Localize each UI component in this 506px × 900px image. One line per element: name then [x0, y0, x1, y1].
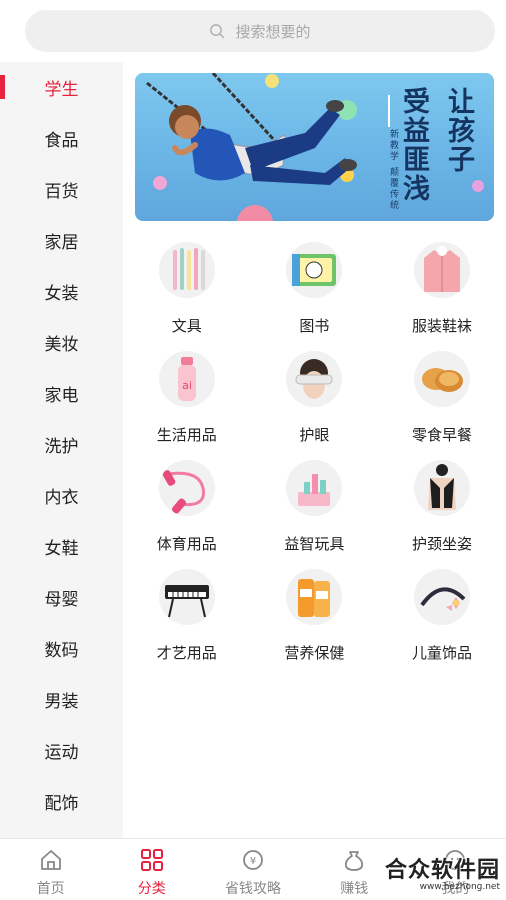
- banner-title: 让孩子 受益匪浅: [398, 87, 478, 203]
- coupon-icon: ¥: [241, 847, 265, 873]
- sidebar-item-label: 女装: [44, 284, 79, 304]
- keyboard-icon: [158, 569, 215, 625]
- coat-icon: [413, 242, 470, 298]
- category-label: 图书: [299, 317, 330, 335]
- category-item[interactable]: 护颈坐姿: [378, 454, 506, 563]
- search-input[interactable]: 搜索想要的: [25, 10, 495, 52]
- category-label: 护眼: [299, 426, 330, 444]
- search-icon: [210, 24, 225, 39]
- posture-brace-icon: [413, 460, 470, 516]
- sidebar-item-student[interactable]: 学生: [0, 62, 123, 113]
- tab-category[interactable]: 分类: [101, 839, 202, 900]
- category-label: 儿童饰品: [411, 644, 472, 662]
- category-icon: [140, 847, 164, 873]
- sidebar-item-label: 家居: [44, 233, 79, 253]
- svg-text:¥: ¥: [250, 856, 256, 867]
- category-item[interactable]: 儿童饰品: [378, 563, 506, 672]
- category-label: 才艺用品: [156, 644, 217, 662]
- category-item[interactable]: 营养保健: [251, 563, 379, 672]
- headband-icon: [413, 569, 470, 625]
- tab-label: 分类: [137, 881, 166, 897]
- tab-label: 首页: [36, 881, 65, 897]
- category-item[interactable]: 护眼: [251, 345, 379, 454]
- promo-banner[interactable]: 让孩子 受益匪浅 新教学 颠覆传统: [135, 73, 494, 221]
- books-icon: [286, 242, 343, 298]
- sidebar-item-home[interactable]: 家居: [0, 215, 123, 266]
- category-item[interactable]: 服装鞋袜: [378, 236, 506, 345]
- banner-title-line1: 让孩子: [443, 87, 474, 174]
- category-item[interactable]: 体育用品: [123, 454, 251, 563]
- home-icon: [39, 847, 63, 873]
- sidebar-item-label: 家电: [44, 386, 79, 406]
- category-page: 搜索想要的 学生 食品 百货 家居 女装 美妆 家电 洗护 内衣 女鞋 母婴 数…: [0, 0, 506, 900]
- toy-blocks-icon: [286, 460, 343, 516]
- category-item[interactable]: 才艺用品: [123, 563, 251, 672]
- category-label: 益智玩具: [284, 535, 345, 553]
- sidebar-item-label: 数码: [44, 641, 79, 661]
- sidebar-item-mens-clothing[interactable]: 男装: [0, 674, 123, 725]
- banner-divider: [388, 95, 390, 127]
- category-item[interactable]: ai 生活用品: [123, 345, 251, 454]
- svg-text:ai: ai: [182, 379, 192, 392]
- tab-savings-guide[interactable]: ¥ 省钱攻略: [202, 839, 303, 900]
- sidebar-item-personal-care[interactable]: 洗护: [0, 419, 123, 470]
- sidebar-item-underwear[interactable]: 内衣: [0, 470, 123, 521]
- category-label: 文具: [171, 317, 202, 335]
- sidebar-item-label: 洗护: [44, 437, 79, 457]
- sidebar-item-label: 内衣: [44, 488, 79, 508]
- category-item[interactable]: 文具: [123, 236, 251, 345]
- banner-subtitle: 新教学 颠覆传统: [388, 129, 398, 211]
- sidebar-item-beauty[interactable]: 美妆: [0, 317, 123, 368]
- snack-icon: [413, 351, 470, 407]
- bottle-icon: ai: [158, 351, 215, 407]
- category-item[interactable]: 益智玩具: [251, 454, 379, 563]
- money-bag-icon: [342, 847, 366, 873]
- sidebar-item-appliances[interactable]: 家电: [0, 368, 123, 419]
- pens-icon: [158, 242, 215, 298]
- sidebar-item-food[interactable]: 食品: [0, 113, 123, 164]
- category-sidebar: 学生 食品 百货 家居 女装 美妆 家电 洗护 内衣 女鞋 母婴 数码 男装 运…: [0, 62, 123, 838]
- supplement-icon: [286, 569, 343, 625]
- sidebar-item-label: 百货: [44, 182, 79, 202]
- category-grid: 文具 图书 服装鞋袜 ai 生活用品 护眼 零食早餐 体育用品 益智玩具 护颈坐…: [123, 236, 506, 672]
- site-watermark: 合众软件园 www.hezhong.net: [385, 852, 500, 892]
- sidebar-item-label: 运动: [44, 743, 79, 763]
- search-placeholder: 搜索想要的: [235, 22, 311, 41]
- sidebar-item-accessories[interactable]: 配饰: [0, 776, 123, 827]
- search-bar: 搜索想要的: [0, 0, 506, 62]
- sidebar-item-baby[interactable]: 母婴: [0, 572, 123, 623]
- sidebar-item-womens-clothing[interactable]: 女装: [0, 266, 123, 317]
- category-label: 体育用品: [156, 535, 217, 553]
- category-label: 零食早餐: [411, 426, 472, 444]
- sidebar-item-sports[interactable]: 运动: [0, 725, 123, 776]
- eye-massager-icon: [286, 351, 343, 407]
- sidebar-item-label: 食品: [44, 131, 79, 151]
- jump-rope-icon: [158, 460, 215, 516]
- category-label: 营养保健: [284, 644, 345, 662]
- watermark-text: 合众软件园: [384, 858, 500, 883]
- sidebar-item-general-goods[interactable]: 百货: [0, 164, 123, 215]
- tab-label: 赚钱: [340, 881, 369, 897]
- category-label: 服装鞋袜: [411, 317, 472, 335]
- sidebar-item-label: 美妆: [44, 335, 79, 355]
- sidebar-item-label: 男装: [44, 692, 79, 712]
- category-label: 生活用品: [156, 426, 217, 444]
- sidebar-item-label: 学生: [44, 80, 79, 100]
- sidebar-item-label: 母婴: [44, 590, 79, 610]
- sidebar-item-label: 配饰: [44, 794, 79, 814]
- tab-label: 省钱攻略: [225, 881, 281, 897]
- sidebar-item-label: 女鞋: [44, 539, 79, 559]
- tab-home[interactable]: 首页: [0, 839, 101, 900]
- category-item[interactable]: 图书: [251, 236, 379, 345]
- category-label: 护颈坐姿: [411, 535, 472, 553]
- sidebar-item-digital[interactable]: 数码: [0, 623, 123, 674]
- sidebar-item-womens-shoes[interactable]: 女鞋: [0, 521, 123, 572]
- category-item[interactable]: 零食早餐: [378, 345, 506, 454]
